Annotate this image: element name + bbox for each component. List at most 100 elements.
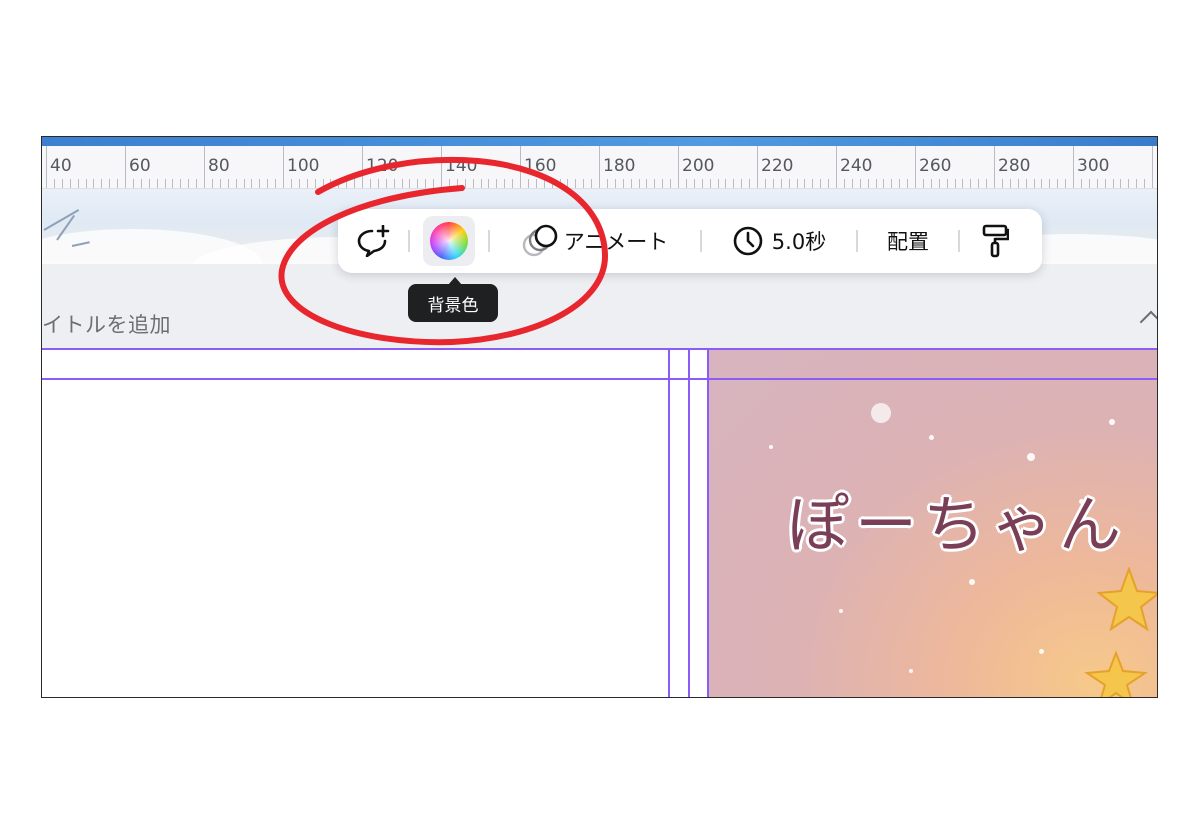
ruler-minor-tick: [480, 179, 482, 188]
ruler-minor-tick: [709, 179, 711, 188]
background-color-tooltip: 背景色: [408, 277, 498, 322]
ruler-minor-tick: [354, 179, 356, 188]
ruler-minor-tick: [654, 179, 656, 188]
ruler-minor-tick: [472, 179, 474, 188]
ruler-minor-tick: [764, 179, 766, 188]
ruler-minor-tick: [1112, 179, 1114, 188]
color-wheel-icon: [430, 222, 468, 260]
ruler-label: 220: [761, 156, 794, 176]
ruler-minor-tick: [986, 179, 988, 188]
ruler-minor-tick: [662, 179, 664, 188]
page-title-bar[interactable]: イトルを追加: [42, 264, 1157, 348]
ruler-minor-tick: [172, 179, 174, 188]
animate-icon: [522, 224, 558, 257]
top-accent-bar: [42, 137, 1157, 146]
ruler-minor-tick: [614, 179, 616, 188]
ruler-minor-tick: [512, 179, 514, 188]
ruler-minor-tick: [1080, 179, 1082, 188]
ruler-minor-tick: [812, 179, 814, 188]
ruler-minor-tick: [132, 179, 134, 188]
page-title-placeholder[interactable]: イトルを追加: [42, 309, 171, 339]
ruler-minor-tick: [970, 179, 972, 188]
ruler-minor-tick: [780, 179, 782, 188]
ruler-minor-tick: [448, 179, 450, 188]
ruler-minor-tick: [1128, 179, 1130, 188]
ruler-minor-tick: [1104, 179, 1106, 188]
ruler-minor-tick: [69, 179, 71, 188]
guide-vertical: [707, 349, 709, 697]
ruler-minor-tick: [1120, 179, 1122, 188]
guide-horizontal: [42, 378, 1157, 380]
ruler-label: 80: [208, 156, 230, 176]
ruler-minor-tick: [219, 179, 221, 188]
ruler-label: 60: [129, 156, 151, 176]
duration-label: 5.0秒: [771, 230, 827, 254]
background-color-button[interactable]: [410, 209, 488, 273]
ruler-major-tick: [362, 146, 363, 188]
ruler-minor-tick: [962, 179, 964, 188]
ruler-minor-tick: [638, 179, 640, 188]
ruler-minor-tick: [685, 179, 687, 188]
ruler-minor-tick: [583, 179, 585, 188]
ruler-minor-tick: [622, 179, 624, 188]
ruler-major-tick: [1073, 146, 1074, 188]
ruler-minor-tick: [1144, 179, 1146, 188]
ruler-minor-tick: [77, 179, 79, 188]
ruler-minor-tick: [275, 179, 277, 188]
ruler-minor-tick: [211, 179, 213, 188]
ruler-minor-tick: [188, 179, 190, 188]
ruler-minor-tick: [433, 179, 435, 188]
ruler-minor-tick: [385, 179, 387, 188]
ruler-label: 300: [1077, 156, 1110, 176]
ruler-label: 100: [287, 156, 320, 176]
ruler-minor-tick: [788, 179, 790, 188]
duration-button[interactable]: 5.0秒: [702, 209, 856, 273]
ruler-minor-tick: [1096, 179, 1098, 188]
ruler-label: 200: [682, 156, 715, 176]
ruler-minor-tick: [53, 179, 55, 188]
ruler-minor-tick: [1025, 179, 1027, 188]
ruler-minor-tick: [899, 179, 901, 188]
ruler-minor-tick: [109, 179, 111, 188]
ruler-minor-tick: [1001, 179, 1003, 188]
horizontal-ruler[interactable]: 40 60 80 100 120 140 160 180 200 220 240 260 280 300 3: [42, 146, 1157, 189]
ruler-major-tick: [204, 146, 205, 188]
ruler-minor-tick: [314, 179, 316, 188]
position-label: 配置: [887, 230, 929, 254]
ruler-minor-tick: [567, 179, 569, 188]
collapse-chevron-icon[interactable]: [1139, 310, 1157, 334]
ruler-minor-tick: [369, 179, 371, 188]
animate-button[interactable]: アニメート: [490, 209, 700, 273]
page-canvas[interactable]: ぽーちゃん: [42, 348, 1157, 697]
ruler-minor-tick: [922, 179, 924, 188]
page-background-image[interactable]: ぽーちゃん: [709, 349, 1157, 697]
ruler-minor-tick: [330, 179, 332, 188]
comment-button[interactable]: [338, 209, 408, 273]
ruler-minor-tick: [456, 179, 458, 188]
canvas-headline-text[interactable]: ぽーちゃん: [787, 474, 1127, 564]
ruler-minor-tick: [749, 179, 751, 188]
ruler-minor-tick: [61, 179, 63, 188]
ruler-minor-tick: [93, 179, 95, 188]
ruler-minor-tick: [946, 179, 948, 188]
copy-style-button[interactable]: [960, 209, 1030, 273]
ruler-minor-tick: [891, 179, 893, 188]
ruler-minor-tick: [235, 179, 237, 188]
ruler-minor-tick: [843, 179, 845, 188]
ruler-minor-tick: [156, 179, 158, 188]
ruler-minor-tick: [701, 179, 703, 188]
ruler-minor-tick: [401, 179, 403, 188]
ruler-minor-tick: [938, 179, 940, 188]
ruler-label: 120: [366, 156, 399, 176]
ruler-minor-tick: [164, 179, 166, 188]
ruler-label: 160: [524, 156, 557, 176]
ruler-minor-tick: [930, 179, 932, 188]
ruler-label: 3: [1156, 156, 1157, 176]
ruler-minor-tick: [1049, 179, 1051, 188]
ruler-label: 260: [919, 156, 952, 176]
star-decoration-icon: [1084, 650, 1148, 697]
ruler-major-tick: [994, 146, 995, 188]
position-button[interactable]: 配置: [858, 209, 958, 273]
ruler-minor-tick: [1057, 179, 1059, 188]
ruler-minor-tick: [527, 179, 529, 188]
